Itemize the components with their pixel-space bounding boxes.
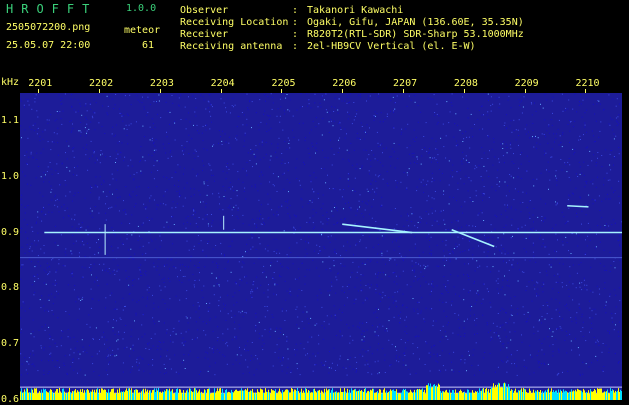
observer-label: Observer (180, 6, 228, 16)
spectrogram-plot (20, 93, 622, 400)
y-tick-label: 1.0 (1, 172, 19, 182)
x-tick-label: 2203 (150, 79, 174, 89)
y-unit-label: kHz (1, 77, 19, 88)
header-panel: HROFFT 1.0.0 2505072200.png 25.05.07 22:… (0, 0, 629, 75)
meteor-label: meteor (124, 26, 160, 36)
x-tick-label: 2204 (211, 79, 235, 89)
x-tick-label: 2208 (454, 79, 478, 89)
meteor-echo (342, 224, 412, 232)
x-tick-label: 2209 (515, 79, 539, 89)
x-tick-label: 2206 (332, 79, 356, 89)
meteor-count: 61 (142, 41, 154, 51)
y-tick-label: 0.7 (1, 339, 19, 349)
x-tick-label: 2202 (89, 79, 113, 89)
location-sep: : (292, 18, 298, 28)
x-tick-label: 2205 (271, 79, 295, 89)
location-value: Ogaki, Gifu, JAPAN (136.60E, 35.35N) (307, 18, 524, 28)
meteor-echo (567, 206, 588, 207)
observer-value: Takanori Kawachi (307, 6, 403, 16)
level-bars (20, 383, 622, 400)
receiver-label: Receiver (180, 30, 228, 40)
spectrogram-svg (20, 93, 622, 400)
x-tick-label: 2201 (28, 79, 52, 89)
app-name: HROFFT (6, 3, 97, 15)
x-tick-label: 2210 (575, 79, 599, 89)
y-tick-label: 1.1 (1, 116, 19, 126)
location-label: Receiving Location (180, 18, 288, 28)
file-name: 2505072200.png (6, 23, 90, 33)
app-version: 1.0.0 (126, 4, 156, 14)
observer-sep: : (292, 6, 298, 16)
receiver-sep: : (292, 30, 298, 40)
antenna-value: 2el-HB9CV Vertical (el. E-W) (307, 42, 476, 52)
y-tick-label: 0.6 (1, 395, 19, 405)
y-tick-label: 0.8 (1, 283, 19, 293)
y-tick-label: 0.9 (1, 228, 19, 238)
antenna-sep: : (292, 42, 298, 52)
date-time: 25.05.07 22:00 (6, 41, 90, 51)
receiver-value: R820T2(RTL-SDR) SDR-Sharp 53.1000MHz (307, 30, 524, 40)
x-tick-label: 2207 (393, 79, 417, 89)
antenna-label: Receiving antenna (180, 42, 282, 52)
noise-layer (20, 93, 622, 376)
